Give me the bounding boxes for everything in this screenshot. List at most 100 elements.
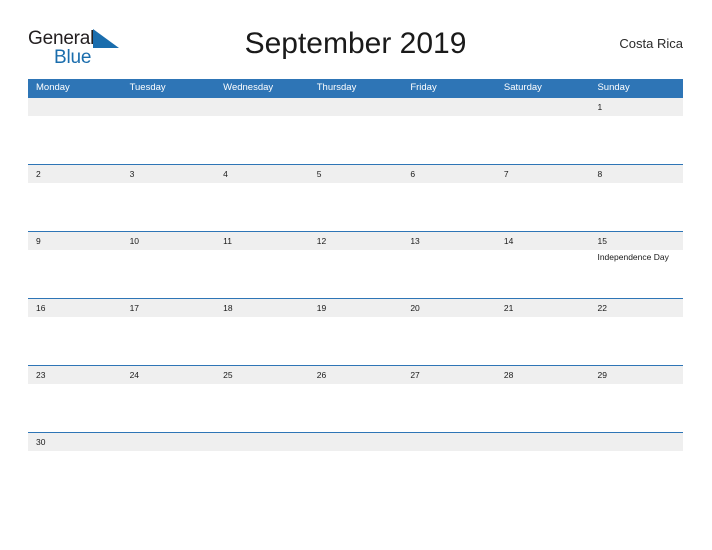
event-cell[interactable] (215, 183, 309, 232)
day-cell[interactable] (402, 433, 496, 451)
day-cell[interactable]: 14 (496, 232, 590, 250)
day-events-row (28, 317, 683, 366)
day-cell[interactable] (309, 98, 403, 116)
event-cell[interactable] (589, 116, 683, 165)
calendar-page: General Blue September 2019 Costa Rica M… (0, 0, 712, 550)
event-cell[interactable] (28, 183, 122, 232)
event-cell[interactable] (28, 451, 122, 500)
event-cell[interactable] (215, 317, 309, 366)
day-cell[interactable]: 16 (28, 299, 122, 317)
event-cell[interactable] (496, 250, 590, 299)
day-cell[interactable] (215, 98, 309, 116)
day-cell[interactable]: 7 (496, 165, 590, 183)
day-cell[interactable] (122, 433, 216, 451)
day-cell[interactable]: 3 (122, 165, 216, 183)
day-cell[interactable] (496, 98, 590, 116)
event-cell[interactable] (28, 116, 122, 165)
event-cell[interactable] (496, 384, 590, 433)
day-cell[interactable] (402, 98, 496, 116)
event-cell[interactable] (402, 451, 496, 500)
day-cell[interactable]: 12 (309, 232, 403, 250)
event-cell[interactable] (215, 451, 309, 500)
event-cell[interactable] (215, 384, 309, 433)
day-cell[interactable] (589, 433, 683, 451)
day-cell[interactable]: 13 (402, 232, 496, 250)
day-cell[interactable]: 8 (589, 165, 683, 183)
event-cell[interactable] (122, 183, 216, 232)
day-cell[interactable]: 17 (122, 299, 216, 317)
event-cell[interactable] (589, 384, 683, 433)
event-cell[interactable] (122, 317, 216, 366)
day-cell[interactable]: 10 (122, 232, 216, 250)
event-cell[interactable] (215, 116, 309, 165)
day-events-row: Independence Day (28, 250, 683, 299)
event-cell[interactable] (402, 250, 496, 299)
day-number: 26 (316, 370, 327, 380)
event-cell[interactable] (309, 116, 403, 165)
day-cell[interactable]: 24 (122, 366, 216, 384)
day-cell[interactable]: 1 (589, 98, 683, 116)
day-number: 20 (410, 303, 420, 313)
day-cell[interactable]: 11 (215, 232, 309, 250)
event-cell[interactable] (589, 183, 683, 232)
day-cell[interactable] (215, 433, 309, 451)
weekday-header-thursday: Thursday (316, 82, 357, 93)
event-label: Independence Day (597, 252, 669, 262)
week-row: 30 (28, 432, 683, 499)
event-cell[interactable] (496, 183, 590, 232)
page-header: General Blue September 2019 Costa Rica (28, 22, 683, 72)
event-cell[interactable] (122, 250, 216, 299)
event-cell[interactable] (215, 250, 309, 299)
event-cell[interactable] (28, 384, 122, 433)
event-cell[interactable] (309, 250, 403, 299)
event-cell[interactable] (28, 317, 122, 366)
day-cell[interactable] (122, 98, 216, 116)
event-cell[interactable] (496, 451, 590, 500)
day-cell[interactable]: 19 (309, 299, 403, 317)
page-title: September 2019 (244, 27, 467, 60)
day-cell[interactable]: 6 (402, 165, 496, 183)
event-cell[interactable] (309, 183, 403, 232)
event-cell[interactable] (496, 317, 590, 366)
event-cell[interactable] (589, 317, 683, 366)
day-cell[interactable]: 18 (215, 299, 309, 317)
day-cell[interactable]: 28 (496, 366, 590, 384)
day-cell[interactable]: 25 (215, 366, 309, 384)
day-cell[interactable]: 30 (28, 433, 122, 451)
day-cell[interactable] (496, 433, 590, 451)
day-cell[interactable]: 4 (215, 165, 309, 183)
day-cell[interactable]: 29 (589, 366, 683, 384)
day-cell[interactable]: 21 (496, 299, 590, 317)
day-cell[interactable]: 22 (589, 299, 683, 317)
day-cell[interactable]: 2 (28, 165, 122, 183)
event-cell[interactable]: Independence Day (589, 250, 683, 299)
day-cell[interactable]: 15 (589, 232, 683, 250)
day-cell[interactable]: 5 (309, 165, 403, 183)
event-cell[interactable] (589, 451, 683, 500)
event-cell[interactable] (309, 384, 403, 433)
event-cell[interactable] (402, 183, 496, 232)
day-number: 25 (223, 370, 233, 380)
event-cell[interactable] (309, 317, 403, 366)
event-cell[interactable] (402, 384, 496, 433)
event-cell[interactable] (122, 116, 216, 165)
country-label: Costa Rica (619, 36, 683, 51)
day-cell[interactable]: 26 (309, 366, 403, 384)
event-cell[interactable] (402, 317, 496, 366)
day-number: 22 (597, 303, 607, 313)
event-cell[interactable] (122, 451, 216, 500)
event-cell[interactable] (28, 250, 122, 299)
day-events-row (28, 183, 683, 232)
week-row: 23 24 25 26 27 28 29 (28, 365, 683, 432)
day-number-band: 16 17 18 19 20 21 22 (28, 299, 683, 317)
day-cell[interactable] (28, 98, 122, 116)
day-cell[interactable] (309, 433, 403, 451)
day-cell[interactable]: 27 (402, 366, 496, 384)
day-cell[interactable]: 20 (402, 299, 496, 317)
day-cell[interactable]: 23 (28, 366, 122, 384)
event-cell[interactable] (402, 116, 496, 165)
event-cell[interactable] (122, 384, 216, 433)
day-cell[interactable]: 9 (28, 232, 122, 250)
event-cell[interactable] (309, 451, 403, 500)
event-cell[interactable] (496, 116, 590, 165)
